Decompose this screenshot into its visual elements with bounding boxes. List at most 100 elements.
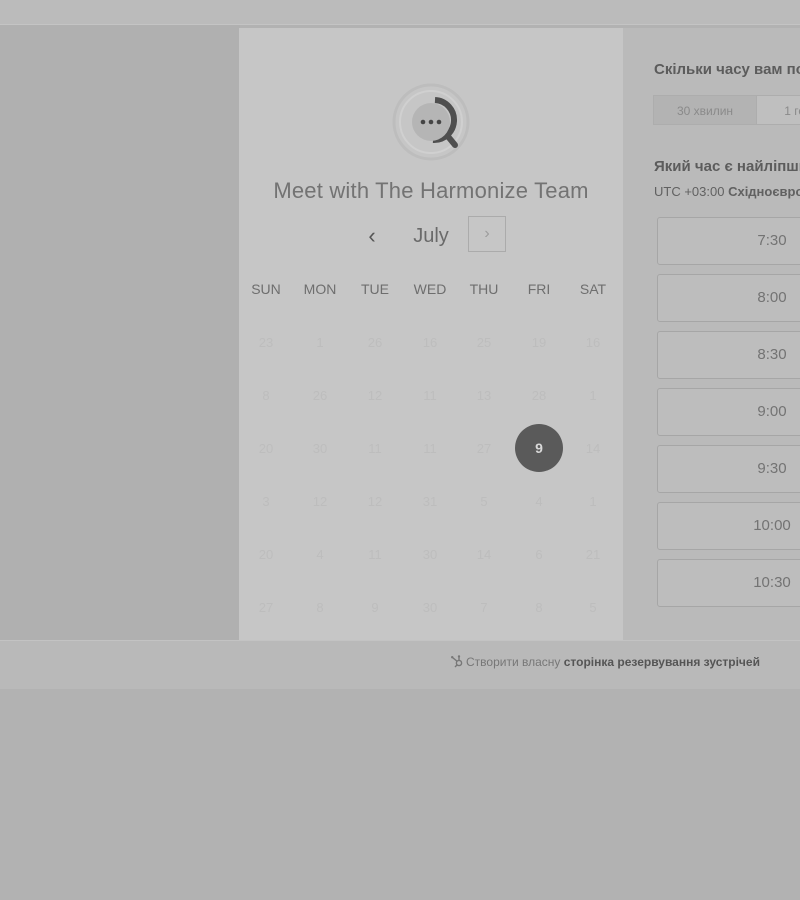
calendar-day-number: 27 [476,441,492,456]
calendar-day-number: 7 [480,600,488,615]
duration-1-hour-tab[interactable]: 1 година [756,95,800,125]
calendar-day-number: 5 [589,600,597,615]
calendar-day[interactable]: 5 [457,477,511,527]
create-booking-page-link[interactable]: Створити власну сторінка резервування зу… [450,654,760,669]
calendar-day[interactable]: 31 [403,477,457,527]
weekday-sat: SAT [579,281,607,297]
calendar-day[interactable]: 20 [239,424,293,474]
calendar-day-number: 4 [316,547,324,562]
time-slot[interactable]: 10:00 [657,502,800,550]
calendar-day[interactable]: 8 [293,583,347,633]
calendar-day-number: 30 [312,441,328,456]
calendar-day[interactable]: 3 [239,477,293,527]
calendar-day[interactable]: 4 [293,530,347,580]
calendar-day-number: 8 [262,388,270,403]
harmonize-chat-logo-icon [392,83,470,161]
timezone-line[interactable]: UTC +03:00 Східноєвропейський час [654,184,800,199]
duration-tabs: 30 хвилин 1 година [653,95,800,125]
calendar-day[interactable]: 11 [348,424,402,474]
calendar-day[interactable]: 16 [403,318,457,368]
calendar-day-number: 12 [367,494,383,509]
weekday-wed: WED [413,281,447,297]
calendar-day-number: 1 [589,494,597,509]
next-month-button[interactable]: › [468,216,506,252]
booking-panel: Скільки часу вам потрібно? 30 хвилин 1 г… [623,28,800,640]
weekday-fri: FRI [527,281,551,297]
calendar-day-number: 14 [585,441,601,456]
time-slot[interactable]: 9:30 [657,445,800,493]
calendar-day[interactable]: 28 [512,371,566,421]
time-slot-list: 7:30 8:00 8:30 9:00 9:30 10:00 10:30 [657,217,800,637]
calendar-day-number: 4 [535,494,543,509]
calendar-day[interactable]: 13 [457,371,511,421]
calendar-day-number: 12 [312,494,328,509]
calendar-day[interactable]: 30 [403,530,457,580]
prev-month-button[interactable]: ‹ [357,219,387,253]
calendar-day-number: 26 [367,335,383,350]
month-label: July [413,225,449,247]
calendar-day[interactable]: 11 [403,424,457,474]
timezone-offset: UTC +03:00 [654,184,725,199]
calendar-day[interactable]: 8 [512,583,566,633]
calendar-day[interactable]: 4 [512,477,566,527]
calendar-day[interactable]: 27 [457,424,511,474]
calendar-day-number: 9 [515,424,563,472]
time-slot[interactable]: 10:30 [657,559,800,607]
calendar-day[interactable]: 9 [348,583,402,633]
calendar-card: Meet with The Harmonize Team ‹ July › SU… [239,28,623,640]
month-navigation: ‹ July › [239,216,623,256]
calendar-day[interactable]: 12 [348,477,402,527]
calendar-day-number: 16 [422,335,438,350]
hubspot-sprocket-icon [451,655,463,668]
left-backdrop [0,25,240,640]
calendar-day-number: 1 [316,335,324,350]
duration-30-min-tab[interactable]: 30 хвилин [653,95,757,125]
cta-prefix: Створити власну [466,655,561,669]
calendar-day[interactable]: 11 [403,371,457,421]
calendar-day[interactable]: 6 [512,530,566,580]
calendar-day[interactable]: 1 [566,371,620,421]
calendar-day[interactable]: 30 [403,583,457,633]
calendar-day[interactable]: 8 [239,371,293,421]
calendar-day[interactable]: 11 [348,530,402,580]
calendar-day-number: 30 [422,547,438,562]
calendar-day[interactable]: 14 [457,530,511,580]
timezone-name: Східноєвропейський час [728,184,800,199]
calendar-day-number: 25 [476,335,492,350]
calendar-day[interactable]: 26 [348,318,402,368]
calendar-day[interactable]: 19 [512,318,566,368]
calendar-day[interactable]: 5 [566,583,620,633]
calendar-day[interactable]: 30 [293,424,347,474]
calendar-day-number: 20 [258,547,274,562]
calendar-day-number: 13 [476,388,492,403]
calendar-day[interactable]: 23 [239,318,293,368]
calendar-day[interactable]: 25 [457,318,511,368]
duration-question: Скільки часу вам потрібно? [654,61,800,78]
calendar-day-number: 30 [422,600,438,615]
calendar-day[interactable]: 12 [293,477,347,527]
calendar-day-selected[interactable]: 9 [512,424,566,474]
calendar-day[interactable]: 26 [293,371,347,421]
calendar-day-number: 5 [480,494,488,509]
calendar-day[interactable]: 1 [566,477,620,527]
calendar-day[interactable]: 1 [293,318,347,368]
time-slot[interactable]: 9:00 [657,388,800,436]
time-question: Який час є найліпшим? [654,158,800,175]
calendar-day[interactable]: 16 [566,318,620,368]
day-grid: 23 1 26 16 25 19 16 8 26 12 11 13 28 1 20 30 11 11 27 9 14 3 1… [239,318,623,638]
time-slot[interactable]: 8:30 [657,331,800,379]
calendar-day-number: 21 [585,547,601,562]
calendar-day-number: 14 [476,547,492,562]
calendar-day-number: 16 [585,335,601,350]
weekday-mon: MON [303,281,337,297]
calendar-day[interactable]: 27 [239,583,293,633]
calendar-day[interactable]: 21 [566,530,620,580]
calendar-day-number: 12 [367,388,383,403]
calendar-day[interactable]: 14 [566,424,620,474]
calendar-day[interactable]: 20 [239,530,293,580]
calendar-day[interactable]: 12 [348,371,402,421]
time-slot[interactable]: 8:00 [657,274,800,322]
calendar-day[interactable]: 7 [457,583,511,633]
time-slot[interactable]: 7:30 [657,217,800,265]
calendar-day-number: 11 [368,441,382,456]
